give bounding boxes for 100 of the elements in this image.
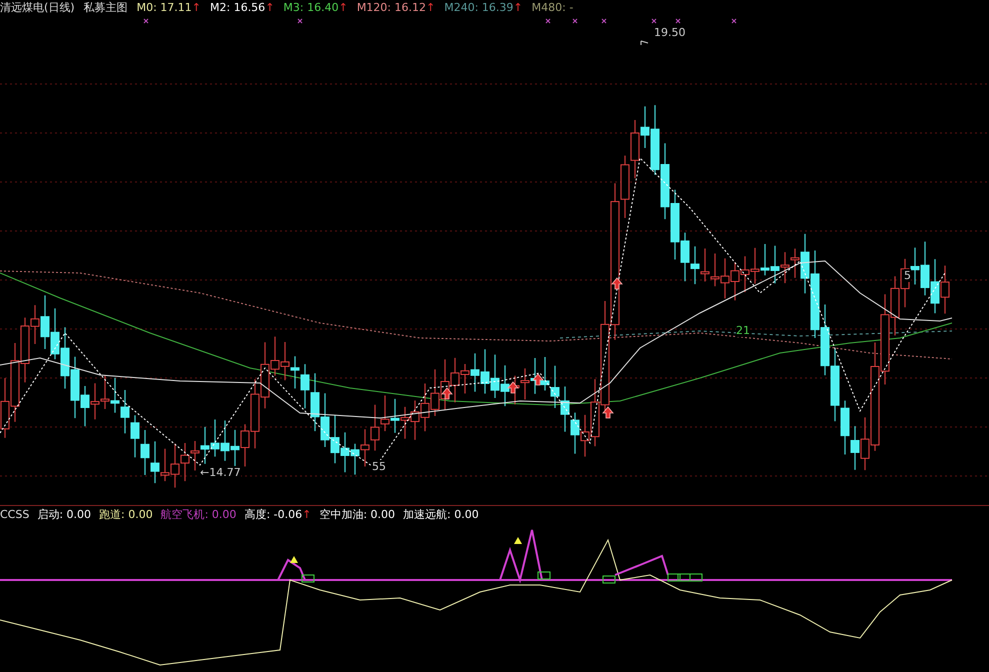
up-arrow-icon [441, 387, 453, 400]
candlestick [230, 429, 240, 467]
legend-value: M480: - [532, 0, 574, 14]
candlestick [370, 404, 380, 452]
candlestick [290, 356, 300, 389]
legend-value: M120: 16.12↑ [356, 0, 436, 14]
candlestick [780, 252, 790, 284]
candlestick [390, 398, 400, 434]
legend-value: 跑道: 0.00 [99, 506, 153, 522]
price-label: 21 [736, 324, 750, 337]
candlestick [120, 389, 130, 434]
candlestick [100, 375, 110, 410]
up-arrow-icon [602, 406, 614, 418]
candlestick [150, 440, 160, 484]
cross-mark-icon [572, 18, 578, 24]
candlestick [280, 341, 290, 381]
candlestick [140, 429, 150, 476]
candlestick [160, 448, 170, 482]
candlestick [710, 253, 720, 287]
candlestick [340, 432, 350, 473]
candlestick [680, 232, 690, 282]
candlestick [180, 442, 190, 482]
candlestick [720, 258, 730, 299]
candlestick [360, 428, 370, 467]
candlestick [410, 400, 420, 440]
candlestick [420, 382, 430, 432]
candlestick [310, 372, 320, 432]
indicator-name: CCSS [0, 508, 30, 520]
candlestick [550, 365, 560, 408]
candlestick [190, 440, 200, 472]
candlestick [330, 414, 340, 464]
candlestick [850, 426, 860, 470]
up-arrow-icon [532, 373, 544, 386]
candlestick [690, 246, 700, 285]
candlestick [630, 120, 640, 179]
candlestick [770, 245, 780, 284]
candlestick [110, 377, 120, 414]
candlestick [90, 382, 100, 420]
candlestick [200, 426, 210, 464]
candlestick [430, 368, 440, 416]
candlestick [820, 304, 830, 376]
candlestick [130, 414, 140, 458]
candlestick [740, 256, 750, 293]
price-label: ←14.77 [200, 466, 241, 479]
price-label: 55 [372, 460, 386, 473]
legend-value: M240: 16.39↑ [444, 0, 523, 14]
candlestick [470, 352, 480, 392]
candlestick [940, 265, 950, 314]
up-arrow-icon [611, 277, 623, 290]
candlestick [400, 406, 410, 440]
cross-mark-icon [732, 18, 736, 24]
legend-value: 空中加油: 0.00 [319, 506, 396, 522]
candlestick [50, 308, 60, 360]
up-arrow-icon [507, 381, 519, 394]
triangle-icon [290, 556, 298, 563]
candlestick [760, 244, 770, 276]
candlestick [210, 419, 220, 458]
triangle-icon [514, 537, 522, 544]
leader-line [640, 40, 648, 46]
cross-mark-icon [298, 18, 302, 24]
candlestick [730, 262, 740, 301]
legend-value: 加速远航: 0.00 [403, 506, 479, 522]
candlestick [570, 412, 580, 454]
price-label: 19.50 [654, 26, 686, 39]
candlestick [170, 443, 180, 488]
signal-block [602, 576, 616, 584]
legend-value: 高度: -0.06↑ [244, 506, 312, 522]
signal-line [277, 558, 306, 580]
candlestick [920, 241, 930, 296]
cross-mark-icon [676, 18, 680, 24]
candlestick [490, 354, 500, 398]
candlestick [930, 258, 940, 314]
candlestick [480, 348, 490, 394]
legend-value: 启动: 0.00 [37, 506, 92, 522]
signal-block [302, 574, 314, 582]
candlestick [670, 189, 680, 260]
candlestick [750, 247, 760, 284]
cross-mark-icon [144, 18, 148, 24]
cross-mark-icon [652, 18, 656, 24]
signal-line [614, 554, 669, 576]
signal-block [538, 572, 550, 580]
signal-line [499, 529, 543, 584]
legend-value: M2: 16.56↑ [210, 0, 274, 14]
legend-value: 航空飞机: 0.00 [160, 506, 236, 522]
stock-title: 清远煤电(日线) [0, 0, 75, 14]
candlestick [840, 400, 850, 456]
candlestick [560, 386, 570, 432]
indicator-name: 私募主图 [84, 0, 128, 14]
candlestick [40, 294, 50, 350]
candlestick [540, 356, 550, 392]
legend-value: M3: 16.40↑ [283, 0, 348, 14]
candlestick [380, 394, 390, 432]
candlestick [60, 326, 70, 390]
candlestick [350, 443, 360, 476]
cross-mark-icon [546, 18, 550, 24]
candlestick [300, 364, 310, 409]
cross-mark-icon [602, 18, 606, 24]
candlestick [910, 247, 920, 286]
candlestick [220, 420, 230, 462]
candlestick [520, 368, 530, 400]
